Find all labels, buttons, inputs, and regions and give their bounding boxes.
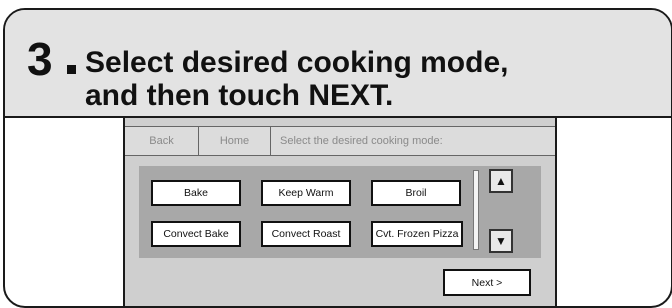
instruction-text: Select desired cooking mode, and then to… (85, 46, 508, 112)
screen-top-bar: Back Home Select the desired cooking mod… (125, 126, 555, 156)
mode-list-scrollbar[interactable] (473, 170, 479, 250)
mode-button-cvt-frozen-pizza[interactable]: Cvt. Frozen Pizza (371, 221, 463, 247)
triangle-up-icon: ▲ (495, 174, 507, 188)
instruction-line-2: and then touch NEXT. (85, 79, 394, 112)
back-button[interactable]: Back (125, 127, 199, 155)
cooking-mode-panel: Bake Keep Warm Broil Convect Bake Convec… (139, 166, 541, 258)
instruction-line-1: Select desired cooking mode, (85, 46, 509, 79)
instruction-card: 3 Select desired cooking mode, and then … (3, 8, 672, 308)
mode-button-convect-bake[interactable]: Convect Bake (151, 221, 241, 247)
mode-button-keep-warm[interactable]: Keep Warm (261, 180, 351, 206)
mode-button-bake[interactable]: Bake (151, 180, 241, 206)
step-number: 3 (27, 33, 53, 85)
next-button[interactable]: Next > (443, 269, 531, 296)
scroll-down-button[interactable]: ▼ (489, 229, 513, 253)
step-number-dot (67, 65, 76, 74)
oven-touch-screen: Back Home Select the desired cooking mod… (123, 118, 557, 306)
mode-button-broil[interactable]: Broil (371, 180, 461, 206)
scroll-up-button[interactable]: ▲ (489, 169, 513, 193)
triangle-down-icon: ▼ (495, 234, 507, 248)
instruction-header: 3 Select desired cooking mode, and then … (5, 10, 671, 118)
mode-button-convect-roast[interactable]: Convect Roast (261, 221, 351, 247)
home-button[interactable]: Home (199, 127, 271, 155)
screen-prompt: Select the desired cooking mode: (280, 135, 443, 147)
